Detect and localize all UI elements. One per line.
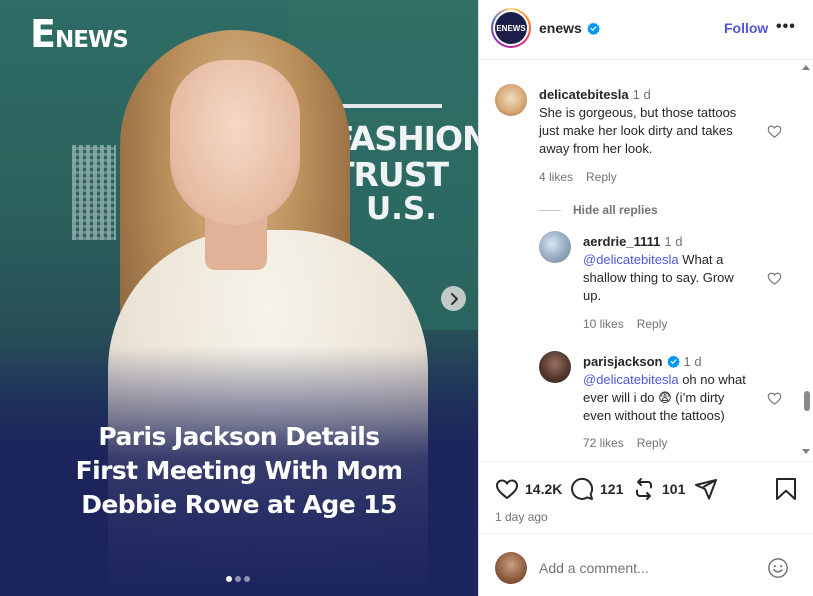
reply-time: 1 d <box>683 354 702 369</box>
scroll-up-arrow-icon[interactable] <box>802 65 810 70</box>
reply-meta: 10 likes Reply <box>583 315 667 333</box>
post-headline: Paris Jackson Details First Meeting With… <box>20 420 458 522</box>
comment-text-line: just make her look dirty and takes <box>539 123 733 138</box>
replier-avatar[interactable] <box>539 351 571 383</box>
replies-divider-line <box>539 209 561 211</box>
reply-likes-count[interactable]: 10 likes <box>583 315 624 333</box>
reply-item: aerdrie_1111 1 d @delicatebitesla What a … <box>539 231 795 331</box>
replier-avatar[interactable] <box>539 231 571 263</box>
reply-item: parisjackson 1 d @delicatebitesla oh no … <box>539 351 795 451</box>
reply-username[interactable]: aerdrie_1111 <box>583 234 660 249</box>
logo-e: E <box>30 12 56 56</box>
qr-code-graphic <box>72 145 116 240</box>
reply-mention-link[interactable]: @delicatebitesla <box>583 252 679 267</box>
carousel-dot <box>226 576 232 582</box>
headline-line-3: Debbie Rowe at Age 15 <box>81 490 397 519</box>
bookmark-icon[interactable] <box>775 477 797 501</box>
chevron-right-icon <box>450 292 458 305</box>
comment-text-line: away from her look. <box>539 141 653 156</box>
reply-text-line: shallow thing to say. Grow <box>583 270 734 285</box>
post-actions-bar: 14.2K 121 101 1 day ago <box>479 461 813 533</box>
post-timestamp[interactable]: 1 day ago <box>495 510 548 524</box>
share-send-icon[interactable] <box>694 477 718 501</box>
comment-text-line: She is gorgeous, but those tattoos <box>539 105 737 120</box>
reply-reply-button[interactable]: Reply <box>637 315 668 333</box>
person-face <box>170 60 300 225</box>
repost-icon[interactable] <box>632 477 656 501</box>
carousel-dot <box>244 576 250 582</box>
repost-action[interactable]: 101 <box>632 477 685 501</box>
comment-likes-count[interactable]: 4 likes <box>539 168 573 186</box>
reply-like-heart-icon[interactable] <box>767 391 782 406</box>
like-action[interactable]: 14.2K <box>495 477 562 501</box>
reply-mention-link[interactable]: @delicatebitesla <box>583 372 679 387</box>
carousel-next-button[interactable] <box>441 286 466 311</box>
enews-logo: E NEWS <box>30 12 129 56</box>
reply-meta: 72 likes Reply <box>583 434 667 452</box>
scroll-down-arrow-icon[interactable] <box>802 449 810 454</box>
comments-list[interactable]: delicatebitesla 1 d She is gorgeous, but … <box>479 61 813 460</box>
reply-time: 1 d <box>664 234 683 249</box>
save-action[interactable] <box>775 477 797 501</box>
verified-badge-icon <box>666 355 680 369</box>
reply-text-line: ever will i do 😨 (i’m dirty <box>583 390 725 405</box>
comment-action[interactable]: 121 <box>570 477 623 501</box>
comment-username[interactable]: delicatebitesla <box>539 87 629 102</box>
comments-scrollbar[interactable] <box>801 61 813 460</box>
reposts-count[interactable]: 101 <box>662 481 685 497</box>
comment-body: delicatebitesla 1 d She is gorgeous, but … <box>539 86 765 158</box>
headline-line-2: First Meeting With Mom <box>75 456 403 485</box>
current-user-avatar <box>495 552 527 584</box>
reply-text-line: What a <box>678 252 724 267</box>
reply-body: parisjackson 1 d @delicatebitesla oh no … <box>583 353 763 425</box>
hide-replies-toggle[interactable]: Hide all replies <box>539 203 658 217</box>
hide-replies-label: Hide all replies <box>573 203 658 217</box>
comment-input[interactable] <box>539 556 759 580</box>
carousel-indicator <box>226 576 250 582</box>
scrollbar-thumb[interactable] <box>804 391 810 411</box>
reply-username[interactable]: parisjackson <box>583 354 663 369</box>
comments-count[interactable]: 121 <box>600 481 623 497</box>
reply-text-line: even without the tattoos) <box>583 408 725 423</box>
reply-likes-count[interactable]: 72 likes <box>583 434 624 452</box>
reply-body: aerdrie_1111 1 d @delicatebitesla What a … <box>583 233 755 305</box>
comment-bubble-icon[interactable] <box>570 477 594 501</box>
headline-line-1: Paris Jackson Details <box>98 422 380 451</box>
comment-reply-button[interactable]: Reply <box>586 168 617 186</box>
emoji-smiley-icon[interactable] <box>767 557 789 579</box>
author-avatar[interactable]: ENEWS <box>491 8 531 48</box>
more-options-button[interactable]: ••• <box>776 18 796 36</box>
follow-button[interactable]: Follow <box>724 20 768 36</box>
reply-text-line: up. <box>583 288 602 303</box>
verified-badge-icon <box>587 22 600 35</box>
author-avatar-logo: ENEWS <box>495 12 527 44</box>
commenter-avatar[interactable] <box>495 84 527 116</box>
comment-time: 1 d <box>632 87 651 102</box>
comment-item: delicatebitesla 1 d She is gorgeous, but … <box>495 84 795 184</box>
share-action[interactable] <box>694 477 718 501</box>
instagram-post-view: FASHION TRUST U.S. E NEWS Paris Jackson … <box>0 0 813 596</box>
post-header: ENEWS enews Follow ••• <box>479 0 813 60</box>
reply-text-line: oh no what <box>678 372 746 387</box>
post-sidebar: ENEWS enews Follow ••• delicatebitesla 1 … <box>478 0 813 596</box>
heart-icon[interactable] <box>495 477 519 501</box>
author-username[interactable]: enews <box>539 20 582 36</box>
add-comment-bar <box>479 533 813 596</box>
author-username-row[interactable]: enews <box>539 20 600 36</box>
carousel-dot <box>235 576 241 582</box>
reply-reply-button[interactable]: Reply <box>637 434 668 452</box>
post-image[interactable]: FASHION TRUST U.S. E NEWS Paris Jackson … <box>0 0 478 596</box>
logo-news: NEWS <box>54 27 129 53</box>
comment-meta: 4 likes Reply <box>539 168 617 186</box>
reply-like-heart-icon[interactable] <box>767 271 782 286</box>
comment-like-heart-icon[interactable] <box>767 124 782 139</box>
likes-count[interactable]: 14.2K <box>525 481 562 497</box>
